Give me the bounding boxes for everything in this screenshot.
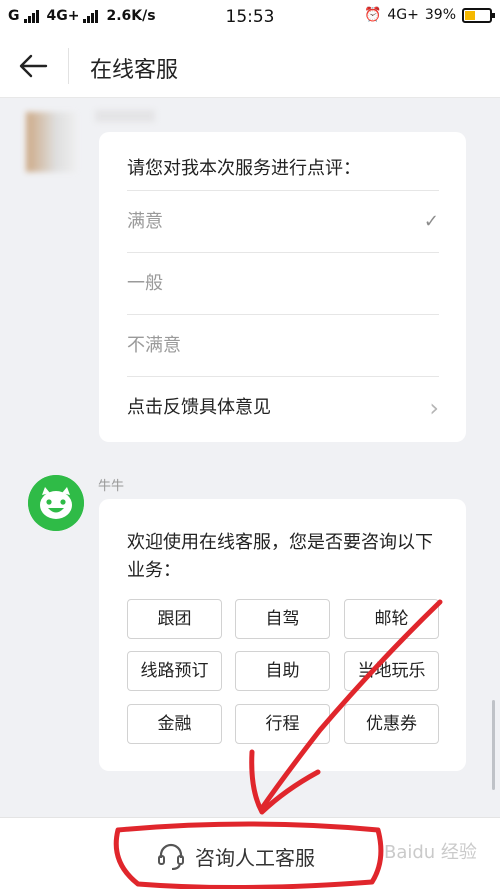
welcome-card: 欢迎使用在线客服，您是否要咨询以下业务： 跟团 自驾 邮轮 线路预订 自助 当地…	[99, 499, 466, 771]
scrollbar[interactable]	[492, 700, 495, 790]
human-service-label: 咨询人工客服	[195, 845, 315, 870]
watermark: Baidu 经验	[384, 842, 477, 863]
alarm-icon: ⏰	[363, 7, 382, 23]
service-button-local-fun[interactable]: 当地玩乐	[344, 651, 439, 691]
service-button-finance[interactable]: 金融	[127, 704, 222, 744]
service-button-self-guided[interactable]: 自助	[235, 651, 330, 691]
rating-option-label: 满意	[127, 211, 163, 232]
rating-option-neutral[interactable]: 一般	[127, 252, 439, 314]
header-divider	[68, 48, 69, 84]
human-service-button[interactable]: 咨询人工客服	[155, 838, 315, 874]
bot-avatar-icon	[28, 475, 84, 531]
status-bar: G 4G+ 2.6K/s 15:53 ⏰ 4G+ 39%	[0, 0, 500, 34]
service-button-self-drive[interactable]: 自驾	[235, 599, 330, 639]
checkmark-icon: ✓	[423, 211, 439, 232]
service-button-group-tour[interactable]: 跟团	[127, 599, 222, 639]
battery-percent: 39%	[424, 7, 456, 23]
rating-option-label: 不满意	[127, 335, 181, 356]
rating-option-dissatisfied[interactable]: 不满意	[127, 314, 439, 376]
feedback-label: 点击反馈具体意见	[127, 397, 271, 418]
battery-icon	[462, 7, 495, 23]
service-button-route-booking[interactable]: 线路预订	[127, 651, 222, 691]
rating-prompt: 请您对我本次服务进行点评：	[127, 158, 361, 179]
blurred-name	[95, 110, 155, 122]
feedback-link[interactable]: 点击反馈具体意见 ›	[127, 376, 439, 438]
network-type-right: 4G+	[387, 7, 419, 23]
service-button-itinerary[interactable]: 行程	[235, 704, 330, 744]
page-title: 在线客服	[90, 58, 179, 83]
bot-name: 牛牛	[98, 479, 125, 494]
chevron-right-icon: ›	[429, 394, 439, 422]
app-header: 在线客服	[0, 34, 500, 98]
status-right: ⏰ 4G+ 39%	[363, 7, 495, 23]
rating-card: 请您对我本次服务进行点评： 满意 ✓ 一般 不满意 点击反馈具体意见 ›	[99, 132, 466, 442]
rating-option-label: 一般	[127, 273, 163, 294]
headset-icon	[158, 843, 184, 870]
rating-option-satisfied[interactable]: 满意 ✓	[127, 190, 439, 252]
service-button-coupon[interactable]: 优惠券	[344, 704, 439, 744]
blurred-avatar	[26, 112, 76, 172]
service-button-cruise[interactable]: 邮轮	[344, 599, 439, 639]
welcome-message: 欢迎使用在线客服，您是否要咨询以下业务：	[127, 532, 433, 581]
back-arrow-icon[interactable]	[18, 52, 48, 80]
